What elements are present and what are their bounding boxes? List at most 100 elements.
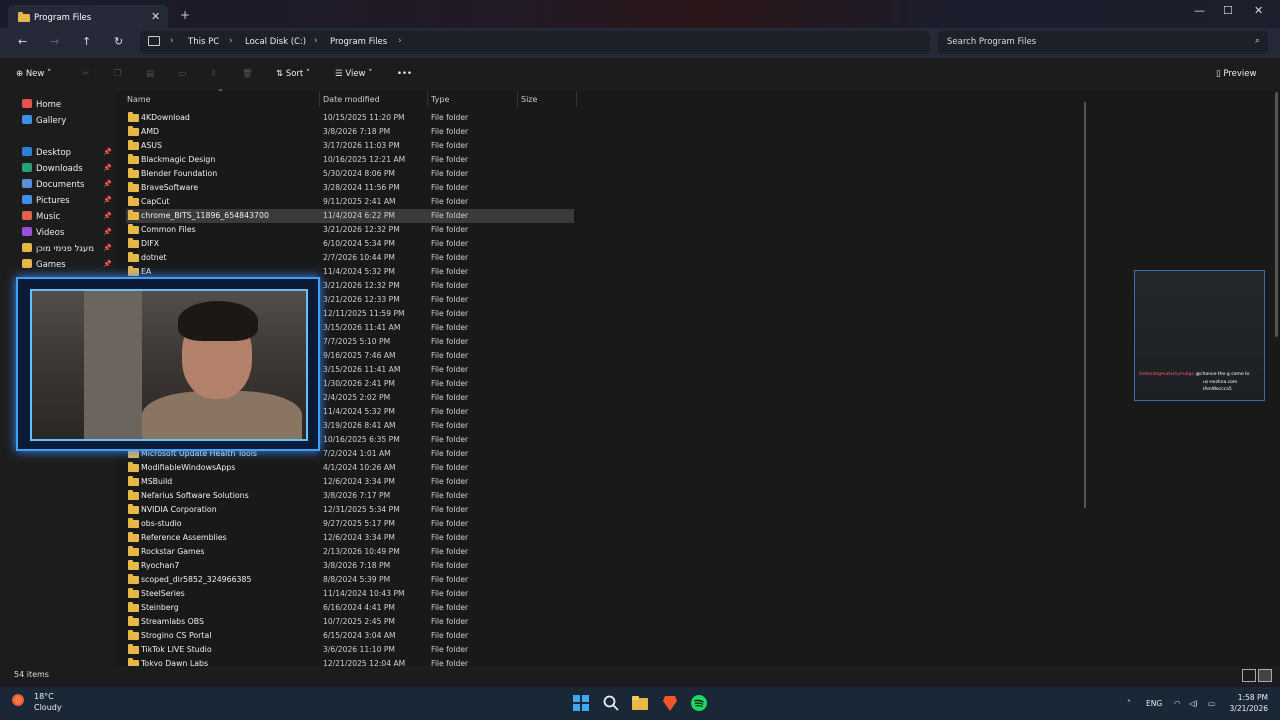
file-date: 2/4/2025 2:02 PM	[323, 393, 391, 402]
column-header-name[interactable]: Name	[127, 95, 151, 104]
maximize-button[interactable]: ☐	[1223, 4, 1233, 17]
paste-icon[interactable]: ▤	[146, 69, 154, 79]
tiles-view-icon[interactable]	[1258, 669, 1272, 682]
chevron-right-icon[interactable]: ›	[398, 36, 402, 46]
file-date: 11/4/2024 5:32 PM	[323, 267, 395, 276]
folder-icon	[128, 532, 139, 542]
table-row[interactable]: SteelSeries 11/14/2024 10:43 PM File folde…	[126, 587, 574, 601]
column-divider[interactable]	[319, 91, 320, 107]
downloads-icon	[22, 163, 32, 172]
table-row[interactable]: AMD 3/8/2026 7:18 PM File folder	[126, 125, 574, 139]
language-indicator[interactable]: ENG	[1146, 699, 1162, 708]
refresh-icon[interactable]: ↻	[114, 35, 123, 48]
new-button[interactable]: ⊕ New ˅	[16, 69, 51, 79]
file-name: scoped_dir5852_324966385	[141, 575, 252, 584]
column-header-type[interactable]: Type	[431, 95, 449, 104]
table-row[interactable]: 4KDownload 10/15/2025 11:20 PM File folder	[126, 111, 574, 125]
view-button[interactable]: ☰ View ˅	[335, 69, 372, 79]
chevron-right-icon[interactable]: ›	[314, 36, 318, 46]
file-name: ASUS	[141, 141, 162, 150]
sidebar-item-0[interactable]: Home	[22, 99, 61, 110]
right-scrollbar[interactable]	[1275, 92, 1278, 337]
windows-start-icon[interactable]	[572, 694, 590, 712]
table-row[interactable]: BraveSoftware 3/28/2024 11:56 PM File fold…	[126, 181, 574, 195]
preview-button[interactable]: ▯ Preview	[1216, 69, 1256, 79]
address-input[interactable]: › This PC › Local Disk (C:) › Program Fi…	[140, 31, 930, 54]
file-explorer-icon[interactable]	[631, 694, 649, 712]
weather-condition: Cloudy	[34, 703, 62, 712]
column-header-date[interactable]: Date modified	[323, 95, 380, 104]
webcam-background-door	[84, 291, 142, 439]
table-row[interactable]: obs-studio 9/27/2025 5:17 PM File folder	[126, 517, 574, 531]
wifi-icon[interactable]: ◠	[1174, 699, 1181, 708]
chevron-right-icon[interactable]: ›	[170, 36, 174, 46]
system-clock[interactable]: 1:58 PM 3/21/2026	[1228, 692, 1268, 714]
sidebar-item-1[interactable]: Gallery	[22, 115, 66, 126]
cut-icon[interactable]: ✂	[82, 69, 89, 79]
table-row[interactable]: TikTok LIVE Studio 3/6/2026 11:10 PM File …	[126, 643, 574, 657]
column-header-size[interactable]: Size	[521, 95, 537, 104]
rename-icon[interactable]: ▭	[178, 69, 186, 79]
tray-overflow-icon[interactable]: ˄	[1127, 699, 1131, 708]
sidebar-item-5[interactable]: Pictures	[22, 195, 70, 206]
file-date: 3/28/2024 11:56 PM	[323, 183, 400, 192]
column-divider[interactable]	[517, 91, 518, 107]
table-row[interactable]: dotnet 2/7/2026 10:44 PM File folder	[126, 251, 574, 265]
table-row[interactable]: Reference Assemblies 12/6/2024 3:34 PM Fil…	[126, 531, 574, 545]
table-row[interactable]: NVIDIA Corporation 12/31/2025 5:34 PM File…	[126, 503, 574, 517]
delete-icon[interactable]: 🗑	[242, 69, 253, 79]
column-divider[interactable]	[427, 91, 428, 107]
table-row[interactable]: DIFX 6/10/2024 5:34 PM File folder	[126, 237, 574, 251]
table-row[interactable]: Nefarius Software Solutions 3/8/2026 7:17…	[126, 489, 574, 503]
volume-icon[interactable]: ◁)	[1189, 699, 1198, 708]
table-row[interactable]: Ryochan7 3/8/2026 7:18 PM File folder	[126, 559, 574, 573]
sidebar-item-9[interactable]: Games	[22, 259, 66, 270]
spotify-icon[interactable]	[690, 694, 708, 712]
table-row[interactable]: MSBuild 12/6/2024 3:34 PM File folder	[126, 475, 574, 489]
details-view-icon[interactable]	[1242, 669, 1256, 682]
up-arrow-icon[interactable]: ↑	[82, 35, 91, 48]
sidebar-item-2[interactable]: Desktop	[22, 147, 71, 158]
back-arrow-icon[interactable]: ←	[18, 35, 27, 48]
sidebar-item-4[interactable]: Documents	[22, 179, 84, 190]
breadcrumb-this-pc[interactable]: This PC	[188, 37, 219, 47]
table-row[interactable]: Strogino CS Portal 6/15/2024 3:04 AM File …	[126, 629, 574, 643]
file-date: 3/15/2026 11:41 AM	[323, 365, 401, 374]
copy-icon[interactable]: ❐	[114, 69, 122, 79]
share-icon[interactable]: ⇪	[210, 69, 217, 79]
search-icon[interactable]	[602, 694, 620, 712]
table-row[interactable]: Steinberg 6/16/2024 4:41 PM File folder	[126, 601, 574, 615]
table-row[interactable]: CapCut 9/11/2025 2:41 AM File folder	[126, 195, 574, 209]
column-divider[interactable]	[576, 91, 577, 107]
sort-button[interactable]: ⇅ Sort ˅	[276, 69, 310, 79]
file-name: Nefarius Software Solutions	[141, 491, 249, 500]
brave-browser-icon[interactable]	[661, 694, 679, 712]
sidebar-item-3[interactable]: Downloads	[22, 163, 83, 174]
minimize-button[interactable]: —	[1194, 4, 1205, 17]
table-row[interactable]: scoped_dir5852_324966385 8/8/2024 5:39 PM…	[126, 573, 574, 587]
more-options-button[interactable]: •••	[397, 69, 412, 79]
tab-close-icon[interactable]: ✕	[151, 10, 160, 23]
table-row[interactable]: Streamlabs OBS 10/7/2025 2:45 PM File fold…	[126, 615, 574, 629]
table-row[interactable]: Rockstar Games 2/13/2026 10:49 PM File fol…	[126, 545, 574, 559]
forward-arrow-icon[interactable]: →	[50, 35, 59, 48]
new-tab-button[interactable]: +	[180, 8, 190, 22]
battery-icon[interactable]: ▭	[1208, 699, 1215, 708]
chevron-right-icon[interactable]: ›	[229, 36, 233, 46]
sidebar-item-7[interactable]: Videos	[22, 227, 64, 238]
table-row[interactable]: Common Files 3/21/2026 12:32 PM File folde…	[126, 223, 574, 237]
search-input[interactable]: Search Program Files ⌕	[938, 31, 1268, 54]
file-type: File folder	[431, 309, 469, 318]
breadcrumb-local-disk[interactable]: Local Disk (C:)	[245, 37, 306, 47]
sidebar-item-8[interactable]: מעגל פנימי מוכן	[22, 243, 94, 254]
table-row[interactable]: chrome_BITS_11896_654843700 11/4/2024 6:2…	[126, 209, 574, 223]
close-window-button[interactable]: ✕	[1254, 4, 1263, 17]
table-row[interactable]: Blender Foundation 5/30/2024 8:06 PM File …	[126, 167, 574, 181]
file-list-scrollbar[interactable]	[1084, 102, 1086, 508]
table-row[interactable]: Blackmagic Design 10/16/2025 12:21 AM File…	[126, 153, 574, 167]
sidebar-item-6[interactable]: Music	[22, 211, 60, 222]
table-row[interactable]: ASUS 3/17/2026 11:03 PM File folder	[126, 139, 574, 153]
table-row[interactable]: ModifiableWindowsApps 4/1/2024 10:26 AM Fi…	[126, 461, 574, 475]
file-type: File folder	[431, 365, 469, 374]
breadcrumb-program-files[interactable]: Program Files	[330, 37, 387, 47]
